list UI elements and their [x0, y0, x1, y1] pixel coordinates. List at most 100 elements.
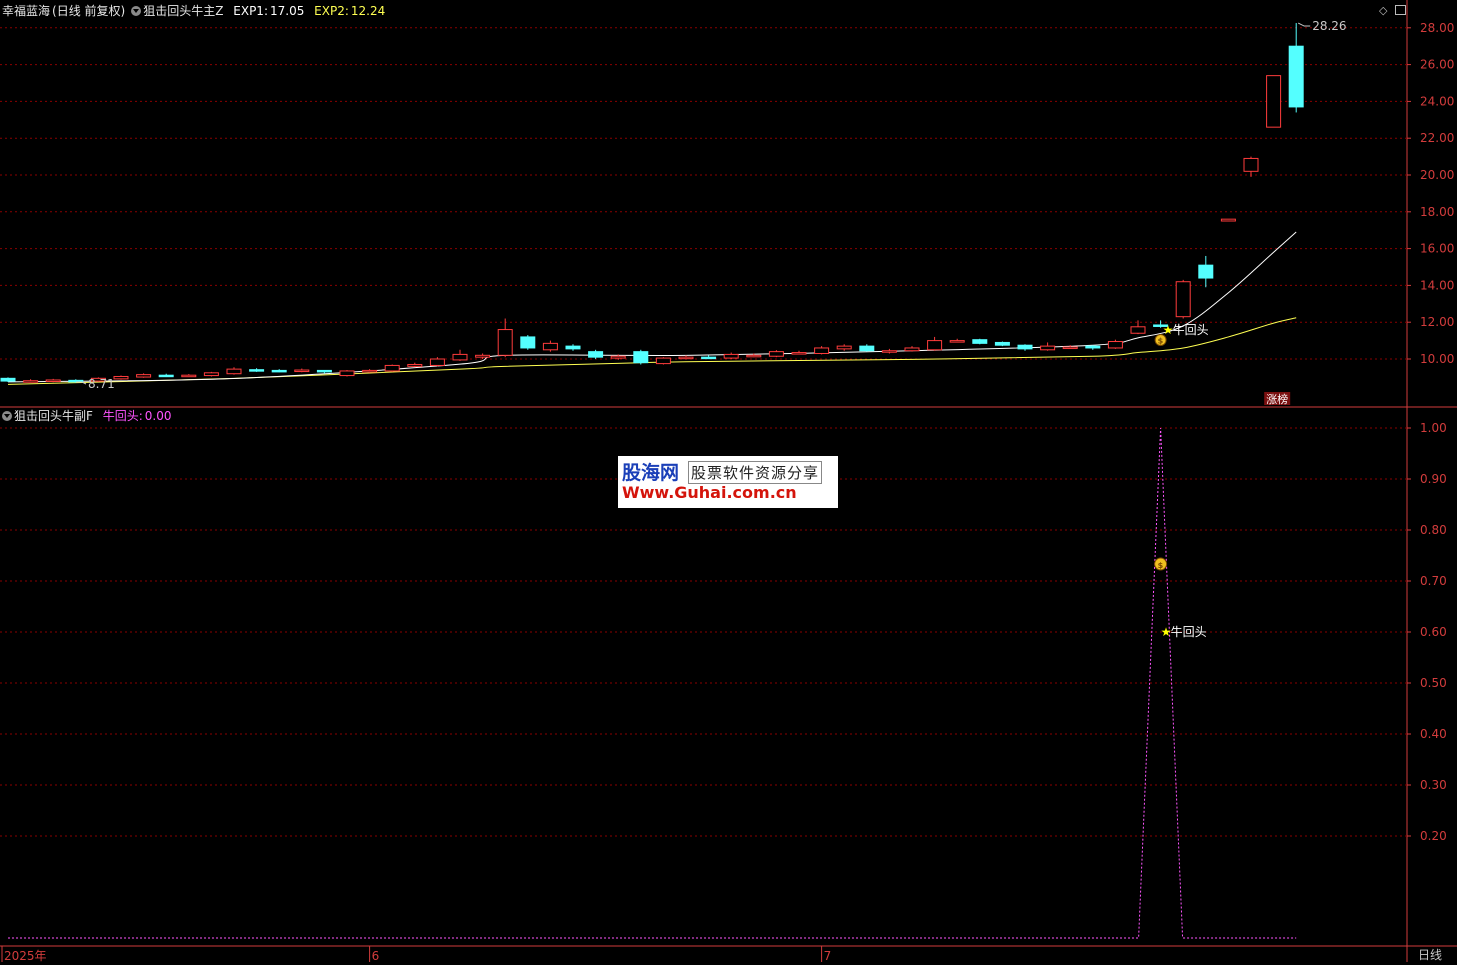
candle-body [791, 352, 807, 355]
candle-body [949, 340, 965, 343]
window-icon[interactable] [1395, 5, 1406, 15]
candle-body [1198, 264, 1214, 279]
candle-body [316, 369, 332, 373]
signal-value: 0.00 [144, 409, 172, 423]
candle-body [429, 358, 445, 366]
main-indicator-name[interactable]: 狙击回头牛主Z [143, 4, 223, 18]
sub-tick-label: 0.20 [1420, 829, 1447, 843]
candle-body [1175, 281, 1191, 318]
candle-body [1085, 345, 1101, 349]
exp1-label: EXP1: [233, 4, 268, 18]
sub-header: 狙击回头牛副F 牛回头: 0.00 [2, 409, 174, 423]
watermark-brand: 股海网 [622, 462, 680, 484]
indicator-dropdown-icon[interactable] [131, 6, 142, 16]
candle-body [678, 356, 694, 360]
candle-body [1220, 218, 1236, 222]
candle-body [520, 336, 536, 349]
candle-body [859, 345, 875, 352]
main-tick-label: 10.00 [1420, 352, 1454, 366]
candle-body [475, 354, 491, 358]
candle-body [23, 380, 39, 383]
exp2-value: 12.24 [350, 4, 386, 18]
candle-body [158, 374, 174, 378]
candle-body [814, 347, 830, 354]
candle-body [181, 374, 197, 378]
candle-body [904, 347, 920, 352]
sub-indicator-dropdown-icon[interactable] [2, 411, 12, 421]
chart-stage[interactable]: 10.00 12.00 14.00 16.00 18.00 20.00 22.00 24.00… [0, 0, 1457, 963]
candle-body [633, 351, 649, 364]
sub-tick-label: 1.00 [1420, 421, 1447, 435]
candle-body [497, 329, 513, 356]
candle-body [1017, 344, 1033, 350]
candle-body [836, 345, 852, 350]
signal-label: 牛回头: [102, 409, 143, 423]
candle-body [746, 354, 762, 358]
candle-body [881, 350, 897, 353]
period-label[interactable]: 日线 [1418, 946, 1442, 963]
diamond-icon[interactable]: ◇ [1379, 4, 1387, 17]
candle-body [1243, 157, 1259, 172]
candle-body [452, 353, 468, 361]
watermark-url: Www.Guhai.com.cn [622, 483, 797, 502]
candle-body [610, 355, 626, 359]
candle-body [1288, 45, 1304, 108]
candle-body [972, 339, 988, 344]
candle-body [565, 345, 581, 350]
candle-body [542, 342, 558, 351]
signal-text-main: 牛回头 [1173, 322, 1209, 337]
candle-body [655, 357, 671, 365]
candle-body [113, 375, 129, 380]
main-tick-label: 28.00 [1420, 21, 1454, 35]
sub-tick-label: 0.80 [1420, 523, 1447, 537]
candle-body [294, 369, 310, 373]
money-bag-glyph-sub: $ [1158, 561, 1164, 570]
candle-body [1062, 346, 1078, 350]
money-bag-glyph: $ [1158, 337, 1164, 346]
exp1-value: 17.05 [269, 4, 305, 18]
candle-body [271, 369, 287, 373]
candle-body [1040, 345, 1056, 351]
candle-body [927, 340, 943, 351]
main-tick-label: 12.00 [1420, 315, 1454, 329]
x-tick-label: 6 [372, 949, 380, 962]
candle-body [1130, 326, 1146, 334]
sub-tick-label: 0.50 [1420, 676, 1447, 690]
badge-text: 涨榜 [1266, 392, 1288, 406]
sub-tick-label: 0.90 [1420, 472, 1447, 486]
high-pointer [1297, 22, 1311, 27]
x-tick-label: 2025年 [4, 949, 47, 962]
ma-slow-line [7, 317, 1297, 385]
candle-body [407, 364, 423, 367]
candle-body [0, 377, 16, 382]
candle-body [136, 374, 152, 378]
candle-body [994, 341, 1010, 346]
candle-body [339, 370, 355, 377]
sub-indicator-name[interactable]: 狙击回头牛副F [14, 409, 93, 423]
main-header: 幸福蓝海 (日线 前复权) 狙击回头牛主Z EXP1: 17.05 EXP2: 12.2… [2, 4, 387, 18]
main-tick-label: 18.00 [1420, 205, 1454, 219]
main-tick-label: 14.00 [1420, 278, 1454, 292]
candle-body [45, 379, 61, 382]
candle-body [723, 353, 739, 359]
candle-body [226, 368, 242, 375]
sub-tick-label: 0.60 [1420, 625, 1447, 639]
high-price-label: 28.26 [1312, 19, 1346, 33]
candle-body [588, 351, 604, 358]
low-price-label: 8.71 [88, 377, 115, 391]
candle-body [384, 364, 400, 372]
stock-name[interactable]: 幸福蓝海 [2, 4, 50, 18]
signal-text-sub: 牛回头 [1171, 624, 1207, 639]
top-right-controls: ◇ [1379, 4, 1406, 17]
sub-tick-label: 0.30 [1420, 778, 1447, 792]
candle-body [701, 356, 717, 360]
chart-mode: (日线 前复权) [52, 4, 126, 18]
sub-tick-label: 0.40 [1420, 727, 1447, 741]
candle-body [1107, 341, 1123, 349]
candle-body [362, 369, 378, 373]
main-tick-label: 24.00 [1420, 94, 1454, 108]
candle-body [203, 372, 219, 377]
candle-body [1266, 75, 1282, 128]
candle-body [768, 351, 784, 357]
x-tick-label: 7 [824, 949, 832, 962]
